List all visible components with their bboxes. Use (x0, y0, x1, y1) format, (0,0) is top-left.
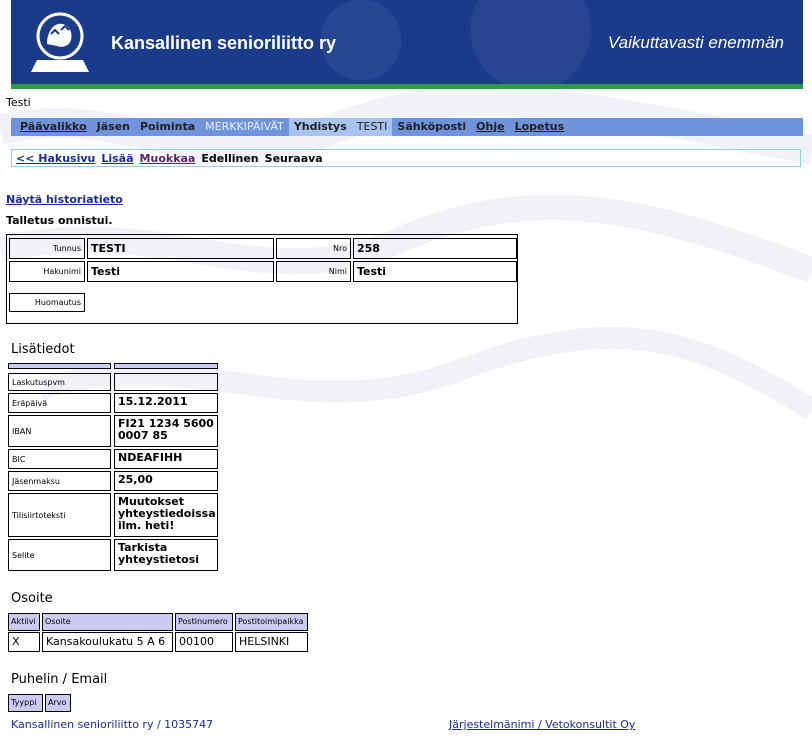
selite-value: Tarkista yhteystietosi (114, 539, 218, 571)
puhelin-header-tyyppi: Tyyppi (8, 694, 43, 712)
selite-label: Selite (8, 539, 111, 571)
menu-item-sahkoposti[interactable]: Sähköposti (392, 118, 471, 136)
main-menu: Päävalikko Jäsen Poiminta MERKKIPÄIVÄT Y… (11, 118, 803, 136)
nimi-label: Nimi (276, 261, 351, 282)
jasenmaksu-label: Jäsenmaksu (8, 471, 111, 491)
tunnus-value: TESTI (87, 238, 274, 259)
puhelin-header-arvo: Arvo (45, 694, 71, 712)
bic-value: NDEAFIHH (114, 449, 218, 469)
menu-item-poiminta[interactable]: Poiminta (135, 118, 200, 136)
lisatiedot-header-label (8, 363, 111, 369)
next-link[interactable]: Seuraava (265, 152, 323, 165)
huomautus-label: Huomautus (9, 293, 85, 312)
previous-link[interactable]: Edellinen (201, 152, 258, 165)
menu-item-paavalikko[interactable]: Päävalikko (15, 118, 92, 136)
tilisiirtoteksti-label: Tilisiirtoteksti (8, 493, 111, 537)
record-navigation: << Hakusivu Lisää Muokkaa Edellinen Seur… (11, 149, 801, 167)
menu-item-testi[interactable]: TESTI (351, 118, 393, 136)
jasenmaksu-value: 25,00 (114, 471, 218, 491)
osoite-heading: Osoite (11, 591, 53, 606)
logged-in-user: Testi (6, 96, 31, 109)
osoite-header-postinumero: Postinumero (175, 613, 233, 631)
menu-item-lopetus[interactable]: Lopetus (510, 118, 570, 136)
header-stripe (11, 84, 803, 89)
back-to-search-link[interactable]: << Hakusivu (16, 152, 95, 165)
tunnus-label: Tunnus (9, 238, 85, 259)
osoite-header-postitoimipaikka: Postitoimipaikka (235, 613, 308, 631)
record-details: Tunnus TESTI Nro 258 Hakunimi Testi Nimi… (6, 234, 518, 324)
show-history-link[interactable]: Näytä historiatieto (6, 193, 123, 206)
footer-organization: Kansallinen senioriliitto ry / 1035747 (11, 718, 214, 731)
site-header: Kansallinen senioriliitto ry Vaikuttavas… (11, 0, 803, 84)
osoite-header-osoite: Osoite (42, 613, 173, 631)
menu-item-ohje[interactable]: Ohje (471, 118, 509, 136)
osoite-cell-postinumero: 00100 (175, 632, 233, 652)
lion-crest-icon (31, 12, 89, 72)
header-slogan: Vaikuttavasti enemmän (607, 33, 784, 52)
edit-link[interactable]: Muokkaa (140, 152, 196, 165)
erapaiva-value: 15.12.2011 (114, 393, 218, 413)
nro-label: Nro (276, 238, 351, 259)
organization-name: Kansallinen senioriliitto ry (111, 33, 337, 53)
tilisiirtoteksti-value: Muutokset yhteystiedoissa ilm. heti! (114, 493, 218, 537)
nro-value: 258 (353, 238, 517, 259)
menu-item-yhdistys[interactable]: Yhdistys (288, 118, 352, 136)
add-link[interactable]: Lisää (101, 152, 133, 165)
laskutuspvm-label: Laskutuspvm (8, 373, 111, 391)
erapaiva-label: Eräpäivä (8, 393, 111, 413)
lisatiedot-header-value (114, 363, 218, 369)
iban-label: IBAN (8, 415, 111, 447)
osoite-header-aktiivi: Aktiivi (8, 613, 40, 631)
menu-item-jasen[interactable]: Jäsen (92, 118, 135, 136)
lisatiedot-heading: Lisätiedot (11, 342, 75, 357)
osoite-cell-aktiivi: X (8, 632, 40, 652)
footer-system-link[interactable]: Järjestelmänimi / Vetokonsultit Oy (449, 718, 635, 731)
iban-value: FI21 1234 5600 0007 85 (114, 415, 218, 447)
bic-label: BIC (8, 449, 111, 469)
status-message: Talletus onnistui. (6, 214, 113, 227)
hakunimi-label: Hakunimi (9, 261, 85, 282)
hakunimi-value: Testi (87, 261, 274, 282)
osoite-cell-osoite: Kansakoulukatu 5 A 6 (42, 632, 173, 652)
osoite-cell-postitoimipaikka: HELSINKI (235, 632, 308, 652)
puhelin-heading: Puhelin / Email (11, 672, 108, 687)
menu-item-merkkipaivat[interactable]: MERKKIPÄIVÄT (200, 118, 289, 136)
laskutuspvm-value (114, 373, 218, 391)
nimi-value: Testi (353, 261, 517, 282)
